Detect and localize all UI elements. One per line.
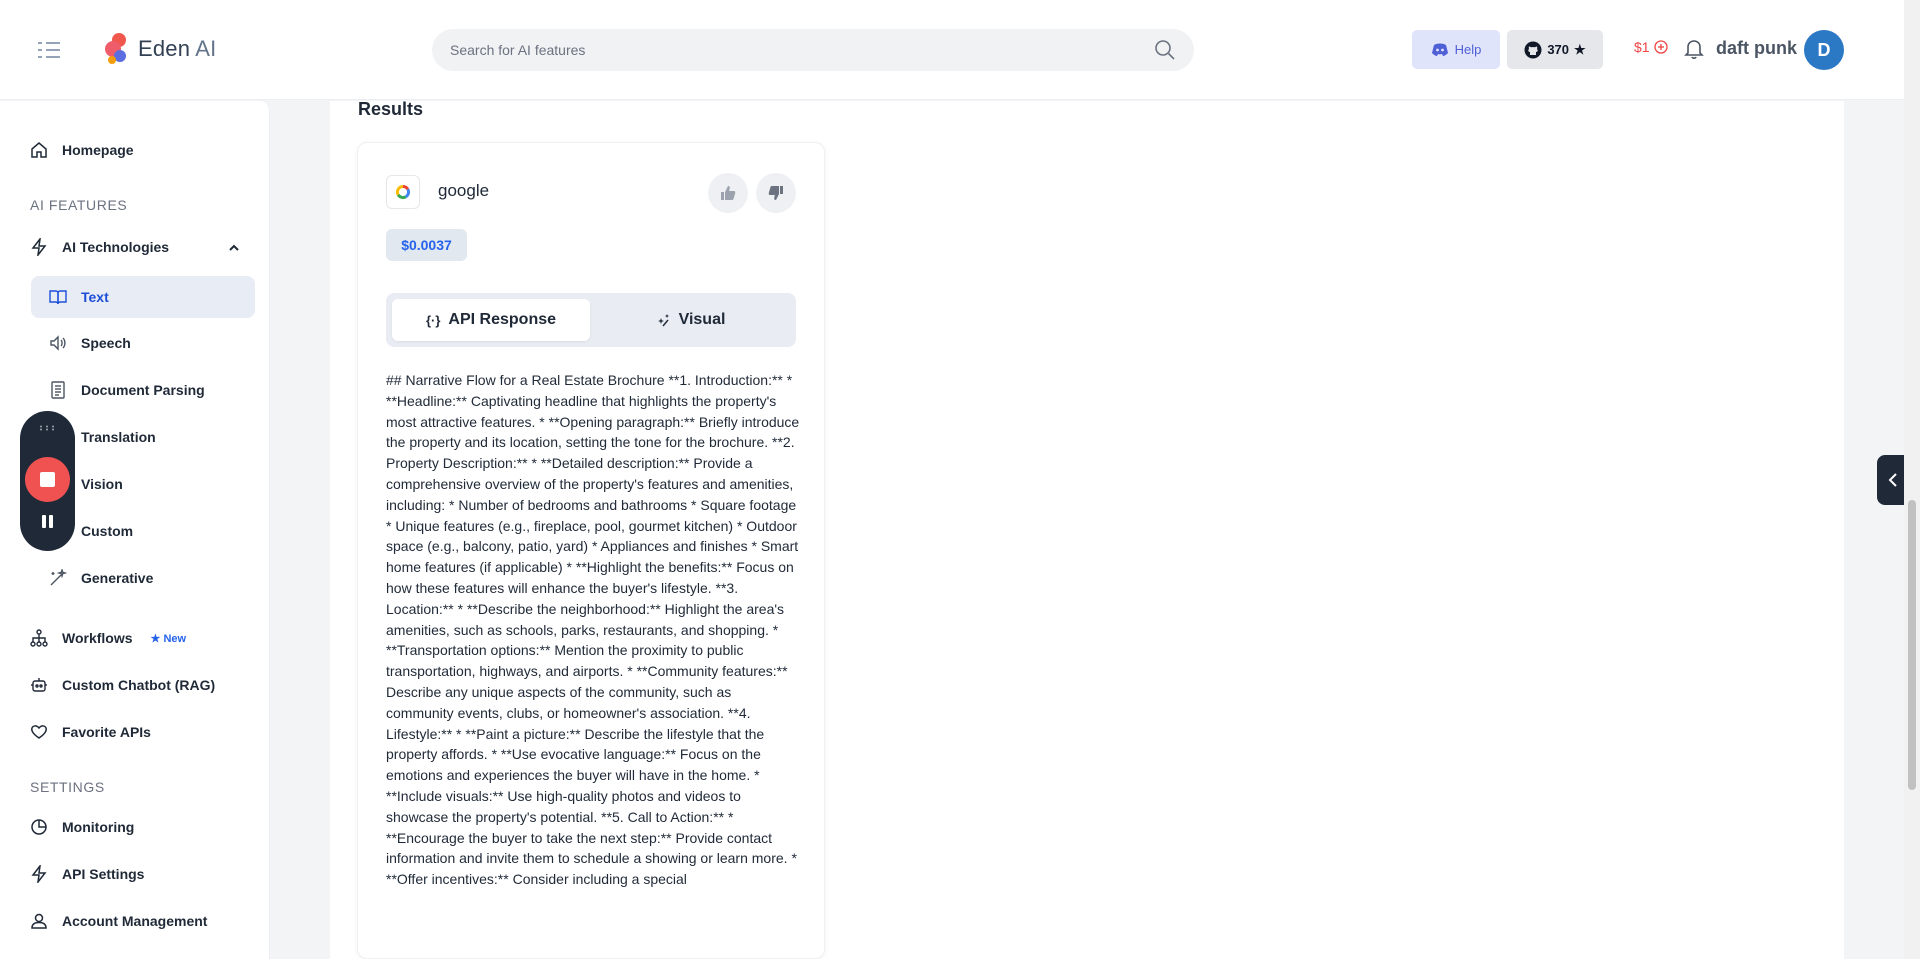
stop-recording-button[interactable] — [25, 457, 70, 502]
sidebar-item-monitoring[interactable]: Monitoring — [30, 807, 134, 847]
price-badge: $0.0037 — [386, 229, 467, 261]
tab-label: Visual — [678, 311, 726, 328]
section-title-ai-features: AI FEATURES — [30, 197, 128, 213]
section-title-settings: SETTINGS — [30, 779, 105, 795]
search-input[interactable] — [450, 42, 1154, 58]
provider-name: google — [438, 181, 490, 200]
eden-ai-logo[interactable]: Eden AI — [104, 32, 216, 66]
github-icon — [1524, 41, 1542, 58]
chevron-up-icon[interactable] — [228, 242, 240, 254]
logo-text: Eden AI — [138, 36, 217, 61]
sidebar-item-ai-technologies[interactable]: AI Technologies — [30, 227, 169, 267]
github-stars-button[interactable]: 370 ★ — [1507, 30, 1603, 69]
sidebar-subitem-text[interactable]: Text — [31, 276, 255, 318]
search-icon[interactable] — [1154, 39, 1176, 61]
sidebar-subitem-document-parsing[interactable]: Document Parsing — [31, 369, 255, 411]
bolt-icon — [31, 865, 47, 883]
chatbot-icon — [31, 678, 47, 692]
pause-icon[interactable] — [40, 514, 55, 529]
avatar[interactable]: D — [1804, 30, 1844, 70]
new-badge: ★ New — [150, 632, 187, 645]
bolt-icon — [31, 238, 47, 256]
book-icon — [49, 290, 67, 305]
user-name[interactable]: daft punk — [1716, 38, 1797, 59]
results-title: Results — [358, 99, 424, 119]
bell-icon[interactable] — [1684, 38, 1704, 60]
scrollbar-thumb[interactable] — [1908, 500, 1916, 790]
help-button[interactable]: Help — [1412, 30, 1500, 69]
sidebar-item-label: Text — [81, 289, 109, 305]
avatar-initial: D — [1817, 39, 1831, 60]
provider-result-card: google $0.0037 {·} API Response Visual #… — [357, 142, 825, 959]
pie-chart-icon — [31, 819, 47, 835]
magic-wand-icon — [50, 569, 67, 586]
eden-logo-icon — [105, 33, 126, 64]
sidebar-item-api-settings[interactable]: API Settings — [30, 854, 144, 894]
sidebar-item-custom-chatbot[interactable]: Custom Chatbot (RAG) — [30, 665, 215, 705]
tab-label: API Response — [448, 311, 557, 328]
chevron-left-icon — [1888, 473, 1897, 487]
sidebar-subitem-speech[interactable]: Speech — [31, 322, 255, 364]
drag-handle-icon[interactable] — [39, 425, 55, 431]
sidebar-item-workflows[interactable]: Workflows ★ New — [30, 618, 186, 658]
sidebar-item-label: Document Parsing — [81, 382, 205, 398]
sidebar-item-favorite-apis[interactable]: Favorite APIs — [30, 712, 151, 752]
home-icon — [31, 142, 47, 158]
sidebar-item-label: Custom Chatbot (RAG) — [62, 677, 216, 693]
sidebar-item-label: API Settings — [62, 866, 145, 882]
sidebar-subitem-generative[interactable]: Generative — [31, 557, 255, 599]
credits-value: $1 — [1634, 39, 1650, 55]
sidebar-item-account-management[interactable]: Account Management — [30, 901, 207, 941]
sidebar-item-homepage[interactable]: Homepage — [30, 130, 134, 170]
sparkle-icon — [657, 314, 669, 327]
sidebar-item-label: Workflows — [62, 630, 133, 646]
page-scrollbar[interactable] — [1904, 0, 1920, 959]
tab-visual[interactable]: Visual — [592, 299, 790, 341]
add-credits-icon[interactable] — [1653, 40, 1668, 54]
sidebar-item-label: Vision — [81, 476, 123, 492]
sidebar-item-label: Account Management — [62, 913, 208, 929]
search-bar — [432, 29, 1194, 71]
api-response-text: ## Narrative Flow for a Real Estate Broc… — [386, 372, 800, 888]
google-logo-icon — [386, 175, 420, 209]
sidebar-item-label: Translation — [81, 429, 156, 445]
thumbs-down-icon — [768, 186, 783, 200]
sidebar-item-label: Homepage — [62, 142, 134, 158]
workflow-icon — [30, 629, 48, 647]
speaker-icon — [50, 335, 66, 351]
screen-recorder-widget — [20, 411, 75, 551]
github-count: 370 — [1547, 42, 1570, 57]
star-icon: ★ — [1574, 41, 1586, 57]
menu-toggle-icon[interactable] — [36, 38, 62, 62]
sidebar-item-label: Custom — [81, 523, 134, 539]
sidebar-item-label: AI Technologies — [62, 239, 170, 255]
thumbs-down-button[interactable] — [756, 173, 796, 213]
help-label: Help — [1454, 42, 1482, 57]
credits-balance[interactable]: $1 — [1634, 39, 1668, 55]
thumbs-up-button[interactable] — [708, 173, 748, 213]
sidebar-item-label: Generative — [81, 570, 154, 586]
thumbs-up-icon — [721, 186, 736, 200]
sidebar-item-label: Speech — [81, 335, 131, 351]
stop-icon — [40, 472, 55, 487]
heart-icon — [31, 725, 47, 739]
code-braces-icon: {·} — [425, 312, 441, 328]
tab-api-response[interactable]: {·} API Response — [392, 299, 590, 341]
top-header: Eden AI Help 370 ★ $1 daft punk D — [0, 0, 1904, 100]
discord-icon — [1431, 43, 1448, 56]
sidebar-item-label: Favorite APIs — [62, 724, 151, 740]
sidebar-item-label: Monitoring — [62, 819, 135, 835]
document-icon — [51, 381, 65, 399]
response-tabs: {·} API Response Visual — [386, 293, 796, 347]
user-icon — [31, 913, 47, 929]
